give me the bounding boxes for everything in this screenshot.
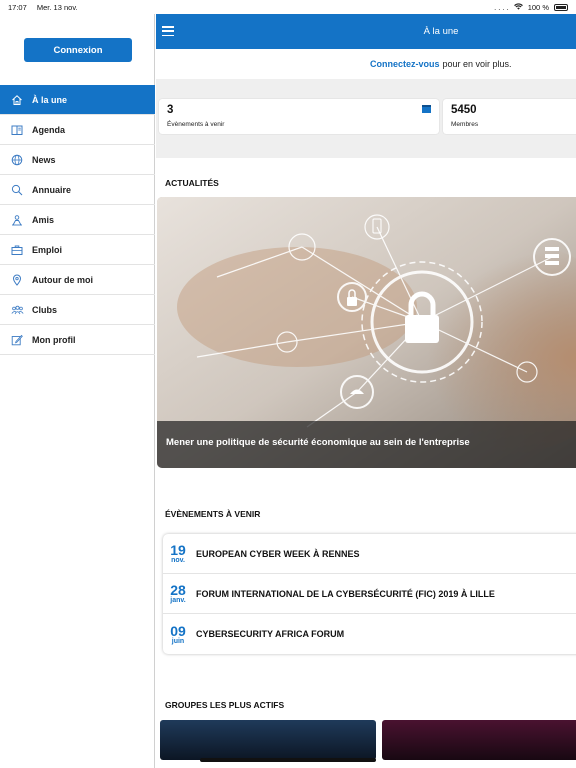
home-indicator[interactable]: [200, 758, 376, 762]
groups-section-title: GROUPES LES PLUS ACTIFS: [165, 700, 285, 710]
stat-value: 5450: [451, 104, 477, 116]
battery-icon: [554, 3, 568, 11]
stats-panel: 3 Évènements à venir 5450 Membres: [156, 79, 576, 158]
home-icon: [10, 93, 24, 107]
top-bar: À la une: [156, 14, 576, 49]
sidebar-item-label: Mon profil: [32, 334, 76, 345]
group-card[interactable]: [382, 720, 576, 760]
sidebar-item-a-la-une[interactable]: À la une: [0, 85, 155, 115]
events-list: 19 nov. EUROPEAN CYBER WEEK À RENNES 28 …: [163, 534, 576, 654]
stat-card-members[interactable]: 5450 Membres: [443, 99, 576, 134]
battery-percent: 100 %: [527, 2, 549, 12]
sidebar-item-mon-profil[interactable]: Mon profil: [0, 325, 155, 355]
search-icon: [10, 183, 24, 197]
event-item[interactable]: 19 nov. EUROPEAN CYBER WEEK À RENNES: [163, 534, 576, 574]
event-item[interactable]: 28 janv. FORUM INTERNATIONAL DE LA CYBER…: [163, 574, 576, 614]
connect-text: pour en voir plus.: [442, 59, 512, 69]
connect-prompt: Connectez-vous pour en voir plus.: [156, 49, 576, 79]
calendar-icon: [422, 105, 431, 113]
main-content: À la une Connectez-vous pour en voir plu…: [156, 14, 576, 768]
sidebar-item-label: Annuaire: [32, 184, 72, 195]
event-month: juin: [171, 637, 185, 645]
stat-card-events[interactable]: 3 Évènements à venir: [159, 99, 439, 134]
location-pin-icon: [10, 273, 24, 287]
featured-news-caption: Mener une politique de sécurité économiq…: [157, 421, 576, 468]
page-title: À la une: [423, 26, 459, 37]
event-day: 28: [170, 582, 186, 598]
sidebar-item-label: News: [32, 154, 56, 165]
book-icon: [10, 123, 24, 137]
event-date: 28 janv.: [163, 583, 193, 604]
login-button[interactable]: Connexion: [24, 38, 132, 62]
status-date: Mer. 13 nov.: [36, 3, 78, 12]
event-item[interactable]: 09 juin CYBERSECURITY AFRICA FORUM: [163, 614, 576, 654]
event-date: 19 nov.: [163, 543, 193, 564]
sidebar-item-news[interactable]: News: [0, 145, 155, 175]
sidebar-item-annuaire[interactable]: Annuaire: [0, 175, 155, 205]
wifi-icon: [513, 2, 523, 12]
signal-indicator: . . . .: [494, 2, 509, 12]
edit-icon: [10, 333, 24, 347]
event-day: 19: [170, 542, 186, 558]
connect-link[interactable]: Connectez-vous: [370, 59, 440, 69]
menu-icon[interactable]: [162, 26, 174, 36]
status-bar: 17:07 Mer. 13 nov. . . . . 100 %: [0, 0, 576, 14]
stat-label: Évènements à venir: [167, 121, 225, 128]
event-month: nov.: [171, 557, 185, 564]
group-card[interactable]: [160, 720, 376, 760]
sidebar-item-label: Agenda: [32, 124, 66, 135]
people-icon: [10, 213, 24, 227]
status-time: 17:07: [8, 3, 27, 12]
news-section-title: ACTUALITÉS: [165, 178, 219, 188]
sidebar-item-label: Autour de moi: [32, 274, 93, 285]
events-section-title: ÉVÈNEMENTS À VENIR: [165, 509, 261, 519]
sidebar-item-emploi[interactable]: Emploi: [0, 235, 155, 265]
sidebar-item-amis[interactable]: Amis: [0, 205, 155, 235]
event-date: 09 juin: [163, 624, 193, 645]
briefcase-icon: [10, 243, 24, 257]
event-title: FORUM INTERNATIONAL DE LA CYBERSÉCURITÉ …: [196, 588, 495, 599]
sidebar-item-label: Amis: [32, 214, 55, 225]
sidebar-item-label: À la une: [32, 94, 68, 105]
globe-icon: [10, 153, 24, 167]
sidebar-nav: À la une Agenda News Annuaire Amis Emplo…: [0, 85, 155, 355]
event-day: 09: [170, 622, 186, 639]
sidebar-item-label: Clubs: [32, 304, 58, 315]
event-title: CYBERSECURITY AFRICA FORUM: [196, 629, 345, 639]
sidebar: Connexion À la une Agenda News Annuaire: [0, 14, 155, 768]
sidebar-item-clubs[interactable]: Clubs: [0, 295, 155, 325]
event-month: janv.: [170, 597, 186, 604]
group-icon: [10, 303, 24, 317]
event-title: EUROPEAN CYBER WEEK À RENNES: [196, 548, 360, 559]
stat-label: Membres: [451, 121, 479, 128]
featured-news-card[interactable]: Mener une politique de sécurité économiq…: [157, 197, 576, 468]
sidebar-item-autour-de-moi[interactable]: Autour de moi: [0, 265, 155, 295]
stat-value: 3: [167, 104, 174, 116]
sidebar-item-label: Emploi: [32, 244, 63, 255]
sidebar-item-agenda[interactable]: Agenda: [0, 115, 155, 145]
